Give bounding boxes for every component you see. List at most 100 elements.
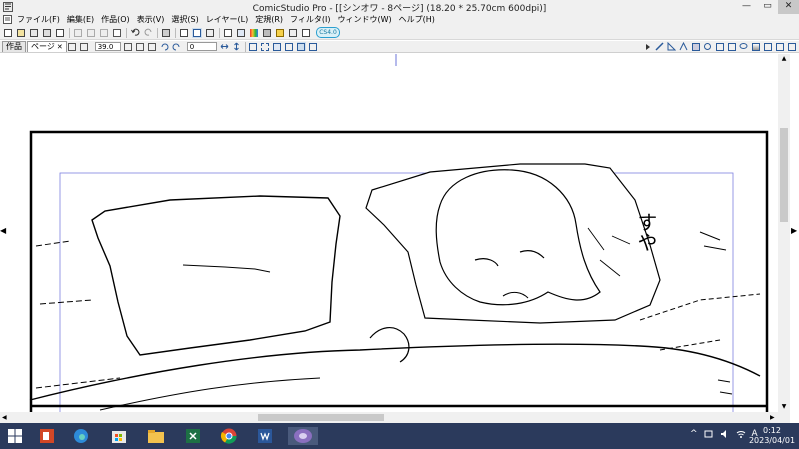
book-icon[interactable] — [205, 28, 215, 38]
tab-story[interactable]: 作品 — [2, 41, 26, 52]
window-title: ComicStudio Pro - [[シンオワ - 8ページ] (18.20 … — [252, 4, 547, 14]
scroll-right-icon[interactable]: ▶ — [770, 412, 775, 423]
scroll-right-arrow-icon[interactable]: ▶ — [791, 226, 797, 235]
align-icon[interactable] — [775, 42, 784, 51]
settings-icon[interactable] — [288, 28, 298, 38]
ruler-tool-icon[interactable] — [667, 42, 676, 51]
tab-page[interactable]: ページ ✕ — [27, 41, 67, 52]
manga-canvas[interactable]: すや — [0, 54, 778, 412]
print-setup-icon[interactable] — [55, 28, 65, 38]
flip-vertical-icon[interactable] — [232, 42, 241, 51]
zoom-fit-icon[interactable] — [148, 42, 157, 51]
new-icon[interactable] — [3, 28, 13, 38]
horizontal-scroll-thumb[interactable] — [258, 414, 384, 421]
document-icon[interactable] — [3, 15, 12, 24]
layout-icon[interactable] — [309, 42, 318, 51]
menu-ruler[interactable]: 定規(R) — [255, 14, 283, 26]
volume-icon[interactable] — [720, 429, 730, 439]
battery-icon[interactable] — [704, 429, 714, 439]
network-icon[interactable] — [736, 429, 746, 439]
word-icon[interactable] — [256, 427, 274, 445]
menu-file[interactable]: ファイル(F) — [17, 14, 60, 26]
rotate-right-icon[interactable] — [172, 42, 181, 51]
save-icon[interactable] — [29, 28, 39, 38]
horizontal-scrollbar[interactable]: ◀ ▶ — [0, 412, 790, 423]
toolbar-divider — [244, 41, 246, 52]
edge-icon[interactable] — [72, 427, 90, 445]
actual-size-icon[interactable] — [80, 42, 89, 51]
delete-icon[interactable] — [112, 28, 122, 38]
comicstudio-icon[interactable] — [288, 427, 318, 445]
ruler-icon[interactable] — [273, 42, 282, 51]
zoom-out-icon[interactable] — [136, 42, 145, 51]
more-arrow-icon[interactable] — [643, 42, 652, 51]
spread-view-icon[interactable] — [192, 27, 202, 38]
pen-icon[interactable] — [275, 28, 285, 38]
effect-line-icon[interactable] — [703, 42, 712, 51]
copy-icon[interactable] — [86, 28, 96, 38]
rotate-left-icon[interactable] — [160, 42, 169, 51]
gradient-icon[interactable] — [751, 42, 760, 51]
pattern-icon[interactable] — [763, 42, 772, 51]
title-bar: ComicStudio Pro - [[シンオワ - 8ページ] (18.20 … — [0, 0, 799, 14]
store-icon[interactable] — [110, 427, 128, 445]
redo-icon[interactable] — [143, 28, 153, 38]
close-button[interactable]: ✕ — [778, 0, 799, 14]
chrome-icon[interactable] — [220, 427, 238, 445]
start-icon[interactable] — [8, 429, 22, 443]
guide-icon[interactable] — [296, 42, 306, 51]
open-icon[interactable] — [16, 28, 26, 38]
menu-story[interactable]: 作品(O) — [101, 14, 130, 26]
cut-icon[interactable] — [73, 28, 83, 38]
frame-icon[interactable] — [249, 42, 258, 51]
minimize-button[interactable]: — — [736, 0, 757, 14]
zoom-in-icon[interactable] — [124, 42, 133, 51]
tone-icon[interactable] — [262, 28, 272, 38]
navigator-icon[interactable] — [236, 28, 246, 38]
scroll-left-arrow-icon[interactable]: ◀ — [0, 226, 6, 235]
color-palette-icon[interactable] — [249, 28, 259, 38]
scroll-up-icon[interactable]: ▲ — [778, 54, 790, 64]
vertical-scrollbar[interactable]: ▲ ▼ — [778, 54, 790, 412]
info-icon[interactable] — [301, 28, 311, 38]
menu-window[interactable]: ウィンドウ(W) — [337, 14, 391, 26]
menu-help[interactable]: ヘルプ(H) — [399, 14, 435, 26]
print-icon[interactable] — [161, 28, 171, 38]
save-as-icon[interactable] — [42, 28, 52, 38]
fill-icon[interactable] — [715, 42, 724, 51]
explorer-icon[interactable] — [147, 427, 165, 445]
tone-tool-icon[interactable] — [691, 42, 700, 51]
menu-layer[interactable]: レイヤー(L) — [206, 14, 248, 26]
tab-close-icon[interactable]: ✕ — [57, 43, 63, 51]
export-icon[interactable] — [787, 42, 796, 51]
zoom-input[interactable]: 39.0 — [94, 42, 121, 51]
menu-filter[interactable]: フィルタ(I) — [290, 14, 330, 26]
snap-icon[interactable] — [285, 42, 294, 51]
excel-icon[interactable] — [184, 427, 202, 445]
paste-icon[interactable] — [99, 28, 109, 38]
layer-props-icon[interactable] — [223, 28, 233, 38]
menu-edit[interactable]: 編集(E) — [67, 14, 94, 26]
text-tool-icon[interactable] — [727, 42, 736, 51]
coms-badge[interactable]: CS4.0 — [316, 27, 340, 38]
perspective-icon[interactable] — [679, 42, 688, 51]
sound-effect-su: すや — [634, 212, 658, 252]
rotation-input[interactable]: 0 — [186, 42, 217, 51]
tray-chevron-icon[interactable]: ^ — [690, 429, 698, 439]
restore-button[interactable]: ▭ — [757, 0, 778, 14]
scroll-left-icon[interactable]: ◀ — [2, 412, 7, 423]
undo-icon[interactable] — [130, 28, 140, 38]
toolbar-divider — [69, 27, 70, 38]
taskbar-clock[interactable]: 0:12 2023/04/01 — [748, 426, 796, 446]
menu-select[interactable]: 選択(S) — [171, 14, 198, 26]
powerpoint-icon[interactable] — [38, 427, 56, 445]
flip-horizontal-icon[interactable] — [220, 42, 229, 51]
page-view-icon[interactable] — [179, 28, 189, 38]
scroll-down-icon[interactable]: ▼ — [778, 402, 790, 412]
vertical-scroll-thumb[interactable] — [780, 128, 788, 222]
pen-tool-icon[interactable] — [655, 42, 664, 51]
grid-icon[interactable] — [261, 42, 270, 51]
balloon-icon[interactable] — [739, 42, 748, 51]
menu-view[interactable]: 表示(V) — [137, 14, 165, 26]
fit-page-icon[interactable] — [68, 42, 77, 51]
